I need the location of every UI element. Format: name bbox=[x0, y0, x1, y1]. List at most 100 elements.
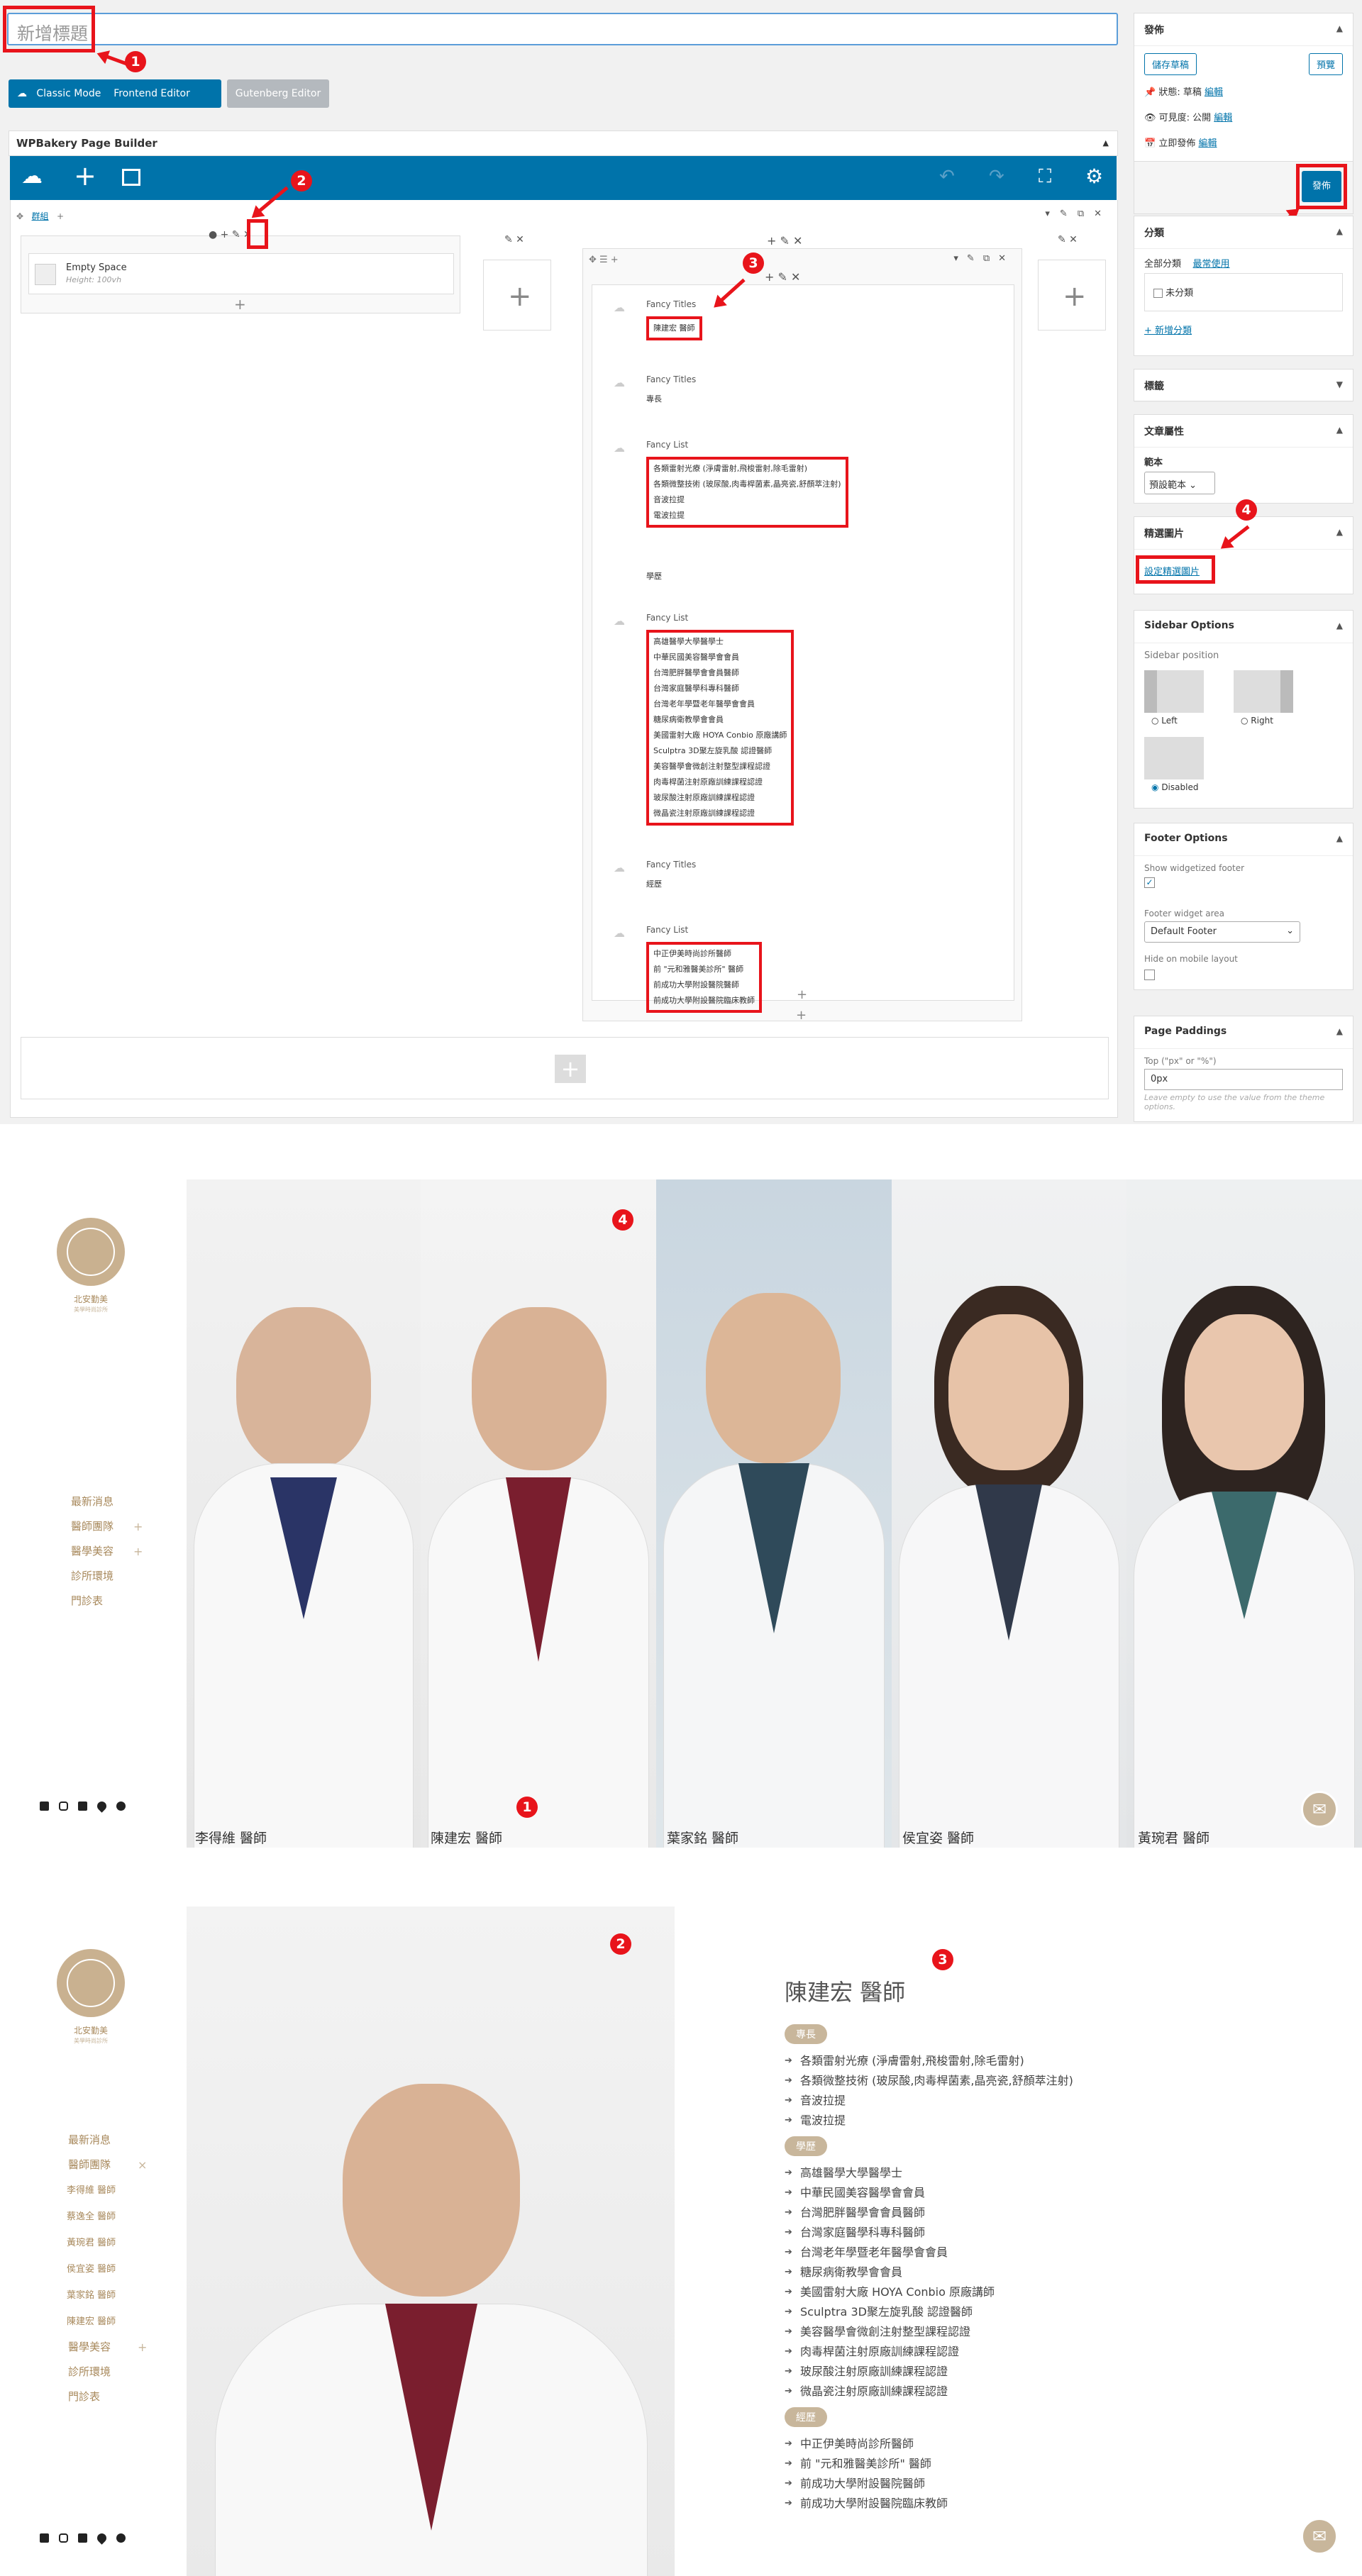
clinic-logo[interactable] bbox=[56, 1948, 126, 2018]
add-inner-element-icon[interactable]: + bbox=[796, 1008, 807, 1023]
line-icon[interactable] bbox=[78, 2533, 87, 2543]
collapse-icon[interactable]: ▲ bbox=[1336, 527, 1343, 537]
sub-nav-item[interactable]: 黃琬君 醫師 bbox=[67, 2230, 160, 2256]
facebook-icon[interactable] bbox=[40, 1801, 49, 1811]
collapse-icon[interactable]: ▲ bbox=[1336, 833, 1343, 843]
preview-button[interactable]: 預覽 bbox=[1308, 53, 1343, 75]
phone-icon[interactable] bbox=[116, 1801, 126, 1811]
add-to-inner-column-icon[interactable]: + bbox=[797, 987, 807, 1002]
layout-left-thumb[interactable] bbox=[1144, 670, 1204, 713]
facebook-icon[interactable] bbox=[40, 2533, 49, 2543]
nav-item[interactable]: 診所環境 bbox=[71, 1564, 156, 1589]
inner-column-controls[interactable]: + ✎ ✕ bbox=[765, 270, 800, 284]
layout-left-option[interactable]: ○ Left bbox=[1151, 716, 1178, 726]
nav-item[interactable]: 門診表 bbox=[71, 1589, 156, 1614]
doctor-caption[interactable]: 葉家銘 醫師 bbox=[667, 1828, 738, 1847]
instagram-icon[interactable] bbox=[59, 1801, 68, 1811]
category-checkbox[interactable] bbox=[1153, 289, 1163, 298]
doctor-photo-3[interactable] bbox=[656, 1179, 892, 1848]
column-controls[interactable]: ● + ✎ ✕ bbox=[209, 229, 252, 240]
doctor-caption[interactable]: 李得維 醫師 bbox=[195, 1828, 267, 1847]
instagram-icon[interactable] bbox=[59, 2533, 68, 2543]
layout-disabled-option[interactable]: ◉ Disabled bbox=[1151, 782, 1198, 792]
collapse-icon[interactable]: ▲ bbox=[1336, 425, 1343, 435]
messenger-icon[interactable]: ✉ bbox=[1301, 1791, 1338, 1828]
tab-group[interactable]: 群組 bbox=[32, 211, 49, 221]
tags-header[interactable]: 標籤 ▼ bbox=[1134, 370, 1353, 402]
column-controls[interactable]: ✎ ✕ bbox=[504, 234, 524, 245]
expand-icon[interactable]: + bbox=[133, 1514, 143, 1539]
messenger-icon[interactable]: ✉ bbox=[1301, 2518, 1338, 2555]
settings-gear-icon[interactable]: ⚙ bbox=[1085, 165, 1103, 188]
sub-nav-item[interactable]: 陳建宏 醫師 bbox=[67, 2309, 160, 2335]
status-edit-link[interactable]: 編輯 bbox=[1205, 87, 1223, 98]
doctor-photo-5[interactable] bbox=[1126, 1179, 1362, 1848]
doctor-caption[interactable]: 侯宜姿 醫師 bbox=[902, 1828, 974, 1847]
visibility-edit-link[interactable]: 編輯 bbox=[1214, 113, 1232, 123]
hide-mobile-checkbox[interactable] bbox=[1144, 970, 1155, 980]
doctor-photo-4[interactable] bbox=[892, 1179, 1126, 1848]
empty-space-element[interactable]: Empty Space Height: 100vh bbox=[28, 253, 454, 294]
add-element-icon[interactable]: + bbox=[74, 162, 96, 190]
map-pin-icon[interactable] bbox=[95, 2531, 109, 2545]
nav-item[interactable]: 醫學美容 bbox=[71, 1539, 156, 1564]
add-row-button[interactable]: + bbox=[555, 1055, 586, 1083]
redo-icon[interactable]: ↷ bbox=[989, 166, 1004, 187]
nav-item[interactable]: 最新消息 bbox=[71, 1489, 156, 1514]
line-icon[interactable] bbox=[78, 1801, 87, 1811]
builder-element[interactable]: ☁ Fancy List 高雄醫學大學醫學士 中華民國美容醫學會會員 台灣肥胖醫學會會員… bbox=[614, 613, 982, 826]
tab-most-used[interactable]: 最常使用 bbox=[1193, 259, 1230, 270]
widget-area-select[interactable]: Default Footer ⌄ bbox=[1144, 921, 1300, 943]
fullscreen-icon[interactable]: ⛶ bbox=[1039, 166, 1051, 188]
inner-row-controls[interactable]: ✥ ☰ + bbox=[589, 255, 619, 265]
expand-icon[interactable]: + bbox=[138, 2335, 147, 2360]
nav-item[interactable]: 門診表 bbox=[68, 2385, 160, 2409]
expand-icon[interactable]: ▼ bbox=[1336, 379, 1343, 389]
inner-row-actions[interactable]: ▾✎⧉✕ bbox=[953, 253, 1014, 264]
save-draft-button[interactable]: 儲存草稿 bbox=[1144, 53, 1197, 75]
add-column-element-icon[interactable]: + bbox=[508, 280, 532, 313]
column-controls[interactable]: + ✎ ✕ bbox=[767, 234, 802, 248]
doctor-caption[interactable]: 黃琬君 醫師 bbox=[1138, 1828, 1209, 1847]
templates-icon[interactable] bbox=[122, 169, 140, 186]
collapse-icon[interactable]: × bbox=[138, 2153, 147, 2177]
add-to-column-icon[interactable]: + bbox=[234, 296, 246, 313]
map-pin-icon[interactable] bbox=[95, 1799, 109, 1813]
classic-mode-button[interactable]: ☁ Classic Mode Frontend Editor bbox=[9, 79, 221, 108]
phone-icon[interactable] bbox=[116, 2533, 126, 2543]
post-title-input[interactable]: 新增標題 bbox=[7, 13, 1118, 45]
nav-item[interactable]: 最新消息 bbox=[68, 2128, 160, 2153]
doctor-caption[interactable]: 陳建宏 醫師 bbox=[431, 1828, 502, 1847]
builder-element[interactable]: ☁ Fancy Titles 陳建宏 醫師 bbox=[614, 299, 982, 340]
layout-right-thumb[interactable] bbox=[1234, 670, 1293, 713]
top-padding-input[interactable]: 0px bbox=[1144, 1069, 1343, 1090]
empty-column[interactable]: + bbox=[1038, 260, 1106, 331]
nav-item[interactable]: 診所環境 bbox=[68, 2360, 160, 2385]
sub-nav-item[interactable]: 李得維 醫師 bbox=[67, 2177, 160, 2204]
doctor-photo-2[interactable] bbox=[421, 1179, 656, 1848]
template-select[interactable]: 預設範本 ⌄ bbox=[1144, 472, 1215, 494]
collapse-icon[interactable]: ▲ bbox=[1336, 226, 1343, 236]
expand-icon[interactable]: + bbox=[133, 1539, 143, 1564]
tab-all-categories[interactable]: 全部分類 bbox=[1144, 259, 1181, 270]
collapse-icon[interactable]: ▲ bbox=[1336, 1026, 1343, 1036]
doctor-photo-1[interactable] bbox=[187, 1179, 421, 1848]
collapse-icon[interactable]: ▲ bbox=[1336, 23, 1343, 33]
builder-element[interactable]: 學歷 bbox=[614, 562, 982, 584]
collapse-icon[interactable]: ▲ bbox=[1336, 621, 1343, 631]
widgetized-footer-checkbox[interactable]: ✓ bbox=[1144, 877, 1155, 888]
add-category-link[interactable]: + 新增分類 bbox=[1144, 323, 1192, 336]
sub-nav-item[interactable]: 蔡逸全 醫師 bbox=[67, 2204, 160, 2230]
clinic-logo[interactable] bbox=[56, 1217, 126, 1287]
sub-nav-item[interactable]: 侯宜姿 醫師 bbox=[67, 2256, 160, 2282]
add-tab-icon[interactable]: + bbox=[57, 211, 64, 221]
column-controls[interactable]: ✎ ✕ bbox=[1058, 234, 1078, 245]
move-icon[interactable]: ✥ bbox=[16, 211, 23, 221]
nav-item[interactable]: 醫師團隊 bbox=[71, 1514, 156, 1539]
empty-column[interactable]: + bbox=[483, 260, 551, 331]
builder-element[interactable]: ☁ Fancy Titles 經歷 bbox=[614, 860, 982, 892]
schedule-edit-link[interactable]: 編輯 bbox=[1198, 138, 1217, 149]
builder-element[interactable]: ☁ Fancy List 各類雷射光療 (淨膚雷射,飛梭雷射,除毛雷射) 各類微整技術… bbox=[614, 440, 982, 528]
undo-icon[interactable]: ↶ bbox=[939, 166, 955, 187]
add-column-element-icon[interactable]: + bbox=[1063, 280, 1087, 313]
